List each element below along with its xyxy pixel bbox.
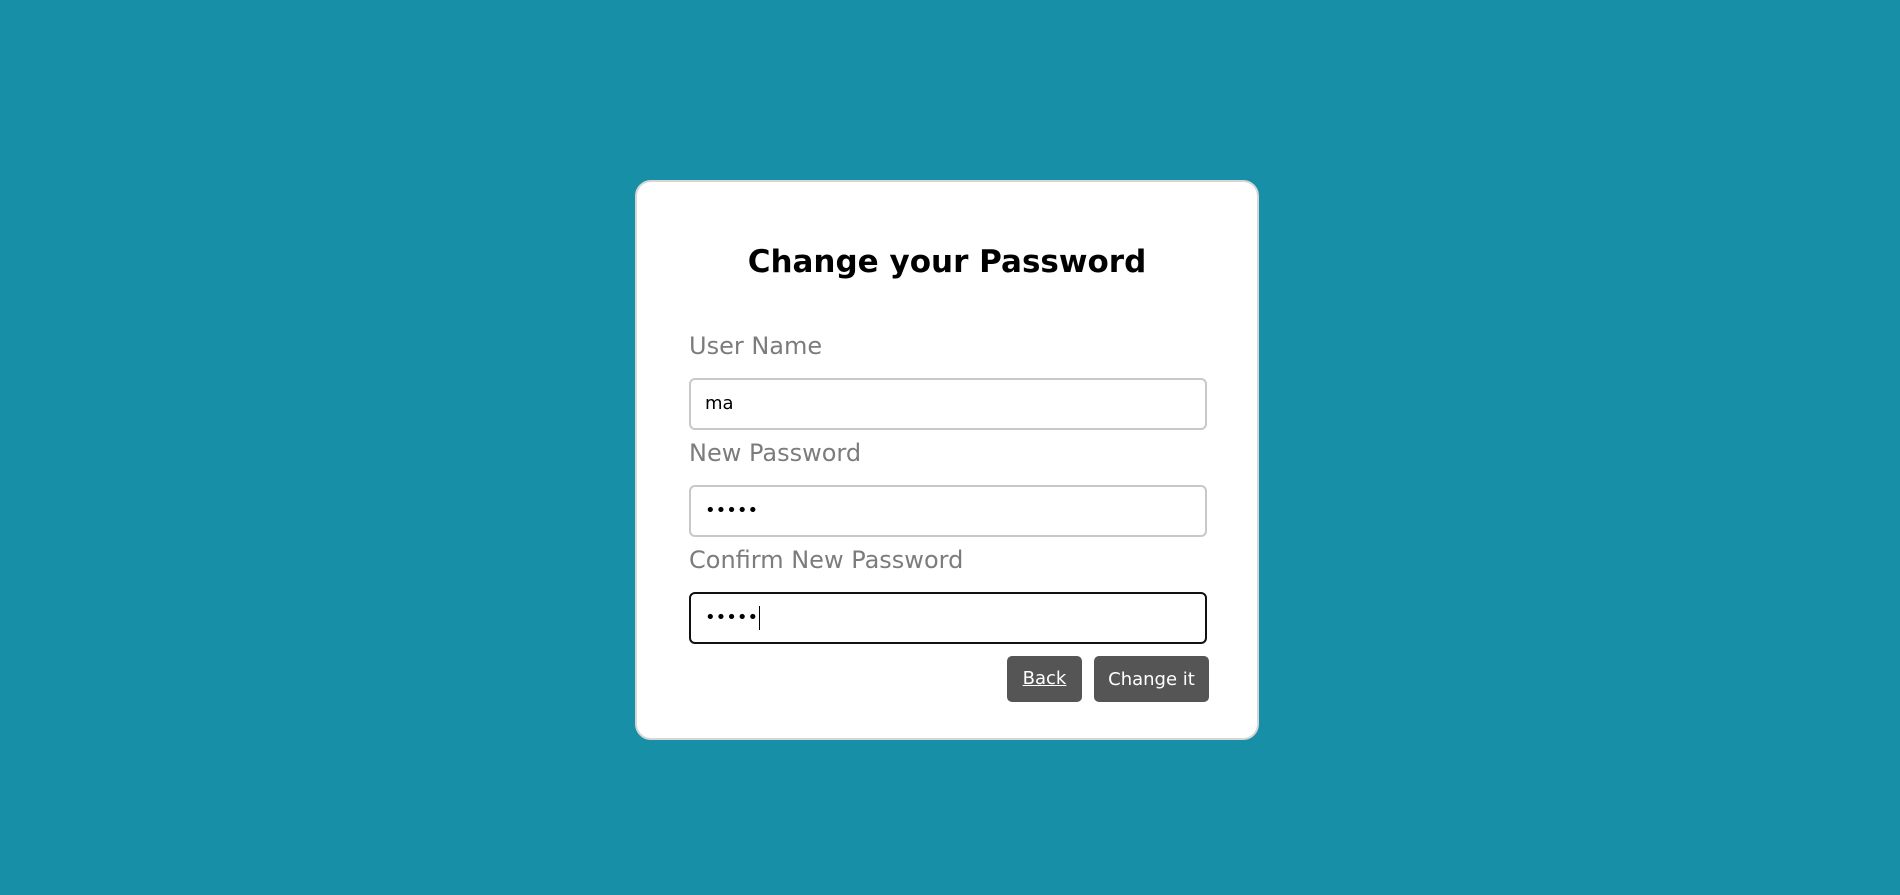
back-button[interactable]: Back [1007,656,1082,702]
confirm-password-label: Confirm New Password [689,546,964,574]
new-password-value: ••••• [705,500,759,521]
username-label: User Name [689,332,823,360]
confirm-password-value: ••••• [705,607,759,628]
text-cursor [759,606,761,630]
new-password-label: New Password [689,439,862,467]
confirm-password-field[interactable]: ••••• [689,592,1207,644]
page-title: Change your Password [747,244,1147,280]
username-value: ma [705,393,734,414]
username-field[interactable]: ma [689,378,1207,430]
change-password-card: Change your Password User Name ma New Pa… [635,180,1259,740]
new-password-field[interactable]: ••••• [689,485,1207,537]
change-it-button[interactable]: Change it [1094,656,1209,702]
